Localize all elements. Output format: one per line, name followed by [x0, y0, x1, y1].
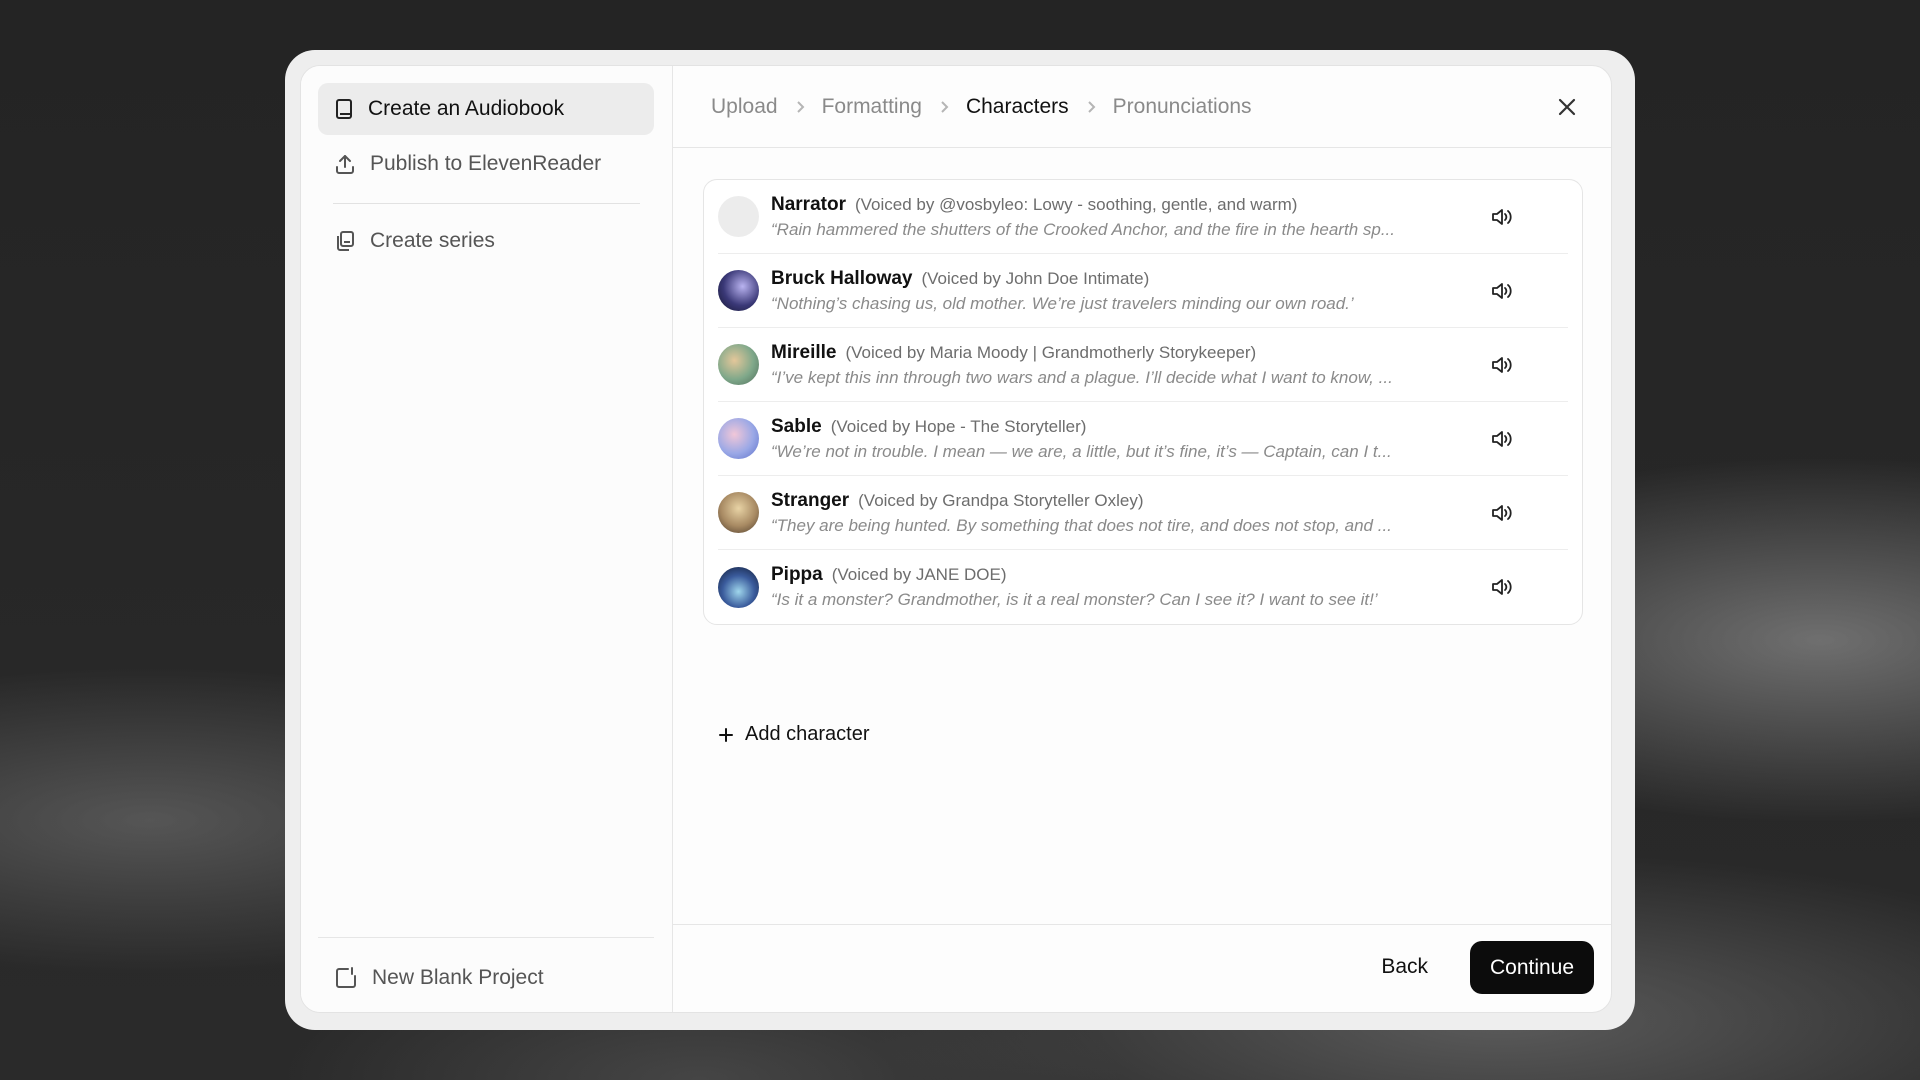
play-sample-button[interactable] [1488, 277, 1516, 305]
book-icon [336, 99, 352, 119]
tab-characters[interactable]: Characters [966, 95, 1069, 119]
character-voice: (Voiced by Maria Moody | Grandmotherly S… [845, 342, 1257, 362]
close-icon [1558, 98, 1576, 116]
play-sample-button[interactable] [1488, 203, 1516, 231]
play-sample-button[interactable] [1488, 351, 1516, 379]
plus-icon [719, 727, 733, 742]
sidebar-bottom-divider [318, 937, 654, 938]
new-project-icon [336, 967, 356, 988]
close-button[interactable] [1553, 93, 1581, 121]
avatar [718, 196, 759, 237]
character-row[interactable]: Bruck Halloway (Voiced by John Doe Intim… [718, 254, 1568, 328]
avatar [718, 270, 759, 311]
sidebar-divider [333, 203, 640, 204]
avatar [718, 418, 759, 459]
character-row[interactable]: Mireille (Voiced by Maria Moody | Grandm… [718, 328, 1568, 402]
avatar [718, 566, 759, 608]
upload-icon [336, 155, 354, 174]
character-list: Narrator (Voiced by @vosbyleo: Lowy - so… [703, 179, 1583, 625]
sidebar-item-label: Create series [370, 229, 495, 252]
character-info: Mireille (Voiced by Maria Moody | Grandm… [771, 342, 1568, 388]
sidebar-item-create-audiobook[interactable]: Create an Audiobook [318, 83, 654, 135]
character-voice: (Voiced by John Doe Intimate) [921, 268, 1150, 288]
character-info: Sable (Voiced by Hope - The Storyteller)… [771, 416, 1568, 462]
character-sample-line: “They are being hunted. By something tha… [771, 515, 1392, 535]
play-sample-button[interactable] [1488, 499, 1516, 527]
chevron-right-icon [795, 100, 805, 114]
sidebar: Create an Audiobook Publish to ElevenRea… [301, 66, 673, 1012]
character-name: Pippa [771, 564, 823, 585]
add-character-button[interactable]: Add character [719, 723, 870, 746]
character-info: Pippa (Voiced by JANE DOE) “Is it a mons… [771, 564, 1568, 610]
character-sample-line: “We’re not in trouble. I mean — we are, … [771, 441, 1392, 461]
character-name: Stranger [771, 489, 850, 511]
speaker-icon [1492, 430, 1512, 447]
avatar [718, 344, 759, 385]
character-info: Stranger (Voiced by Grandpa Storyteller … [771, 490, 1568, 536]
create-audiobook-dialog: Create an Audiobook Publish to ElevenRea… [300, 65, 1612, 1013]
character-sample-line: “I’ve kept this inn through two wars and… [771, 367, 1393, 387]
dialog-footer: Back Continue [673, 924, 1611, 1012]
add-character-label: Add character [745, 723, 870, 745]
new-blank-project-button[interactable]: New Blank Project [318, 952, 654, 1004]
character-row[interactable]: Narrator (Voiced by @vosbyleo: Lowy - so… [718, 180, 1568, 254]
character-sample-line: “Nothing’s chasing us, old mother. We’re… [771, 293, 1354, 313]
sidebar-item-label: New Blank Project [372, 966, 544, 989]
back-button[interactable]: Back [1363, 941, 1446, 993]
main-panel: Upload Formatting Characters Pronunciati… [673, 66, 1611, 1012]
copy-icon [337, 231, 354, 251]
sidebar-item-label: Publish to ElevenReader [370, 152, 602, 175]
chevron-right-icon [939, 100, 949, 114]
character-sample-line: “Rain hammered the shutters of the Crook… [771, 219, 1395, 239]
tab-formatting[interactable]: Formatting [822, 95, 922, 119]
speaker-icon [1492, 356, 1512, 373]
character-name: Sable [771, 415, 822, 437]
speaker-icon [1492, 282, 1512, 299]
tab-pronunciations[interactable]: Pronunciations [1113, 95, 1252, 119]
character-info: Narrator (Voiced by @vosbyleo: Lowy - so… [771, 194, 1568, 240]
speaker-icon [1492, 579, 1512, 595]
character-info: Bruck Halloway (Voiced by John Doe Intim… [771, 268, 1568, 314]
avatar [718, 492, 759, 533]
character-name: Bruck Halloway [771, 267, 913, 289]
tab-upload[interactable]: Upload [711, 95, 778, 119]
character-row[interactable]: Pippa (Voiced by JANE DOE) “Is it a mons… [718, 550, 1568, 624]
character-name: Narrator [771, 193, 846, 215]
speaker-icon [1492, 504, 1512, 521]
breadcrumb: Upload Formatting Characters Pronunciati… [673, 66, 1611, 148]
play-sample-button[interactable] [1488, 425, 1516, 453]
character-voice: (Voiced by @vosbyleo: Lowy - soothing, g… [854, 194, 1298, 214]
speaker-icon [1492, 208, 1512, 225]
sidebar-item-publish-elevenreader[interactable]: Publish to ElevenReader [318, 138, 654, 190]
sidebar-item-create-series[interactable]: Create series [318, 215, 654, 267]
character-voice: (Voiced by Grandpa Storyteller Oxley) [858, 490, 1144, 510]
character-name: Mireille [771, 341, 837, 363]
character-voice: (Voiced by JANE DOE) [831, 565, 1007, 584]
chevron-right-icon [1086, 100, 1096, 114]
character-row[interactable]: Stranger (Voiced by Grandpa Storyteller … [718, 476, 1568, 550]
continue-button[interactable]: Continue [1470, 941, 1594, 994]
character-voice: (Voiced by Hope - The Storyteller) [830, 416, 1087, 436]
character-row[interactable]: Sable (Voiced by Hope - The Storyteller)… [718, 402, 1568, 476]
play-sample-button[interactable] [1488, 573, 1516, 601]
character-sample-line: “Is it a monster? Grandmother, is it a r… [771, 590, 1378, 609]
sidebar-item-label: Create an Audiobook [368, 97, 565, 120]
